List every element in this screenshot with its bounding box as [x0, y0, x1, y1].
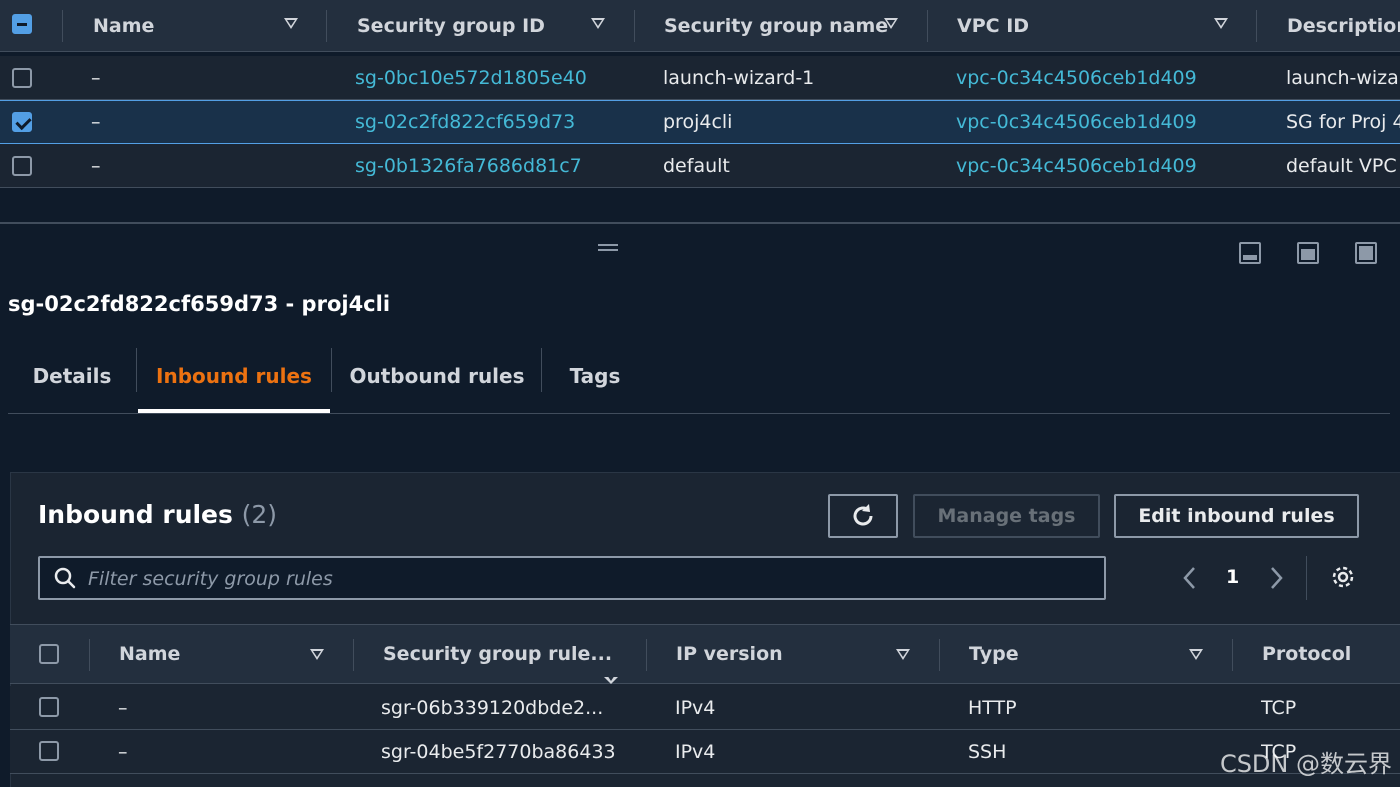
rule-name: –: [118, 697, 128, 719]
sg-name: proj4cli: [663, 111, 733, 133]
rule-type: SSH: [968, 741, 1007, 763]
chevron-left-icon[interactable]: [1180, 565, 1200, 591]
sort-icon[interactable]: [884, 18, 898, 29]
column-header-protocol[interactable]: Protocol: [1262, 625, 1351, 683]
vpc-id-link[interactable]: vpc-0c34c4506ceb1d409: [956, 144, 1197, 188]
split-side-icon[interactable]: [1297, 242, 1319, 264]
column-header-sg-id[interactable]: Security group ID: [357, 0, 545, 52]
column-header-rule-id[interactable]: Security group rule...: [383, 625, 612, 683]
row-name: –: [91, 67, 101, 89]
search-icon: [54, 567, 76, 589]
column-header-sg-name[interactable]: Security group name: [664, 0, 888, 52]
rule-id: sgr-04be5f2770ba86433: [381, 741, 616, 763]
vpc-id-link[interactable]: vpc-0c34c4506ceb1d409: [956, 56, 1197, 100]
resize-handle-icon[interactable]: [598, 244, 618, 252]
sort-icon[interactable]: [896, 649, 910, 660]
table-header: Name Security group ID Security group na…: [0, 0, 1400, 52]
inbound-rules-count: (2): [241, 500, 278, 529]
refresh-button[interactable]: [828, 494, 898, 538]
column-header-ip-version[interactable]: IP version: [676, 625, 783, 683]
vpc-id-link[interactable]: vpc-0c34c4506ceb1d409: [956, 100, 1197, 144]
select-all-checkbox[interactable]: [12, 14, 32, 34]
split-bottom-icon[interactable]: [1239, 242, 1261, 264]
column-header-vpc-id[interactable]: VPC ID: [957, 0, 1029, 52]
sg-id-link[interactable]: sg-0bc10e572d1805e40: [355, 56, 587, 100]
tab-inbound-rules[interactable]: Inbound rules: [138, 340, 330, 412]
refresh-icon: [853, 504, 873, 526]
tab-outbound-rules[interactable]: Outbound rules: [332, 340, 542, 412]
sort-icon[interactable]: [1189, 649, 1203, 660]
gear-icon[interactable]: [1330, 564, 1356, 590]
column-header-name[interactable]: Name: [93, 0, 154, 52]
rules-table-header: Name Security group rule... IP version T…: [10, 624, 1400, 684]
watermark: CSDN @数云界: [1219, 750, 1392, 778]
select-all-rules-checkbox[interactable]: [39, 644, 59, 664]
column-header-name[interactable]: Name: [119, 625, 180, 683]
sg-name: launch-wizard-1: [663, 67, 815, 89]
detail-title: sg-02c2fd822cf659d73 - proj4cli: [8, 292, 391, 316]
table-row[interactable]: – sg-0b1326fa7686d81c7 default vpc-0c34c…: [0, 144, 1400, 188]
row-checkbox[interactable]: [12, 112, 32, 132]
row-checkbox[interactable]: [12, 68, 32, 88]
sg-description: launch-wizar: [1286, 67, 1400, 89]
sg-id-link[interactable]: sg-02c2fd822cf659d73: [355, 100, 575, 144]
rule-id: sgr-06b339120dbde2...: [381, 697, 604, 719]
tab-details[interactable]: Details: [8, 340, 136, 412]
row-name: –: [91, 155, 101, 177]
split-panel-divider: [0, 222, 1400, 224]
edit-inbound-rules-button[interactable]: Edit inbound rules: [1114, 494, 1359, 538]
inbound-rules-title: Inbound rules: [38, 500, 233, 529]
row-checkbox[interactable]: [12, 156, 32, 176]
inbound-rules-heading: Inbound rules (2): [38, 500, 277, 529]
manage-tags-button[interactable]: Manage tags: [913, 494, 1100, 538]
sort-icon[interactable]: [591, 18, 605, 29]
sort-icon[interactable]: [604, 675, 618, 684]
sort-icon[interactable]: [284, 18, 298, 29]
split-full-icon[interactable]: [1355, 242, 1377, 264]
sort-icon[interactable]: [310, 649, 324, 660]
sg-id-link[interactable]: sg-0b1326fa7686d81c7: [355, 144, 582, 188]
rule-ip-version: IPv4: [675, 741, 716, 763]
table-row[interactable]: – sg-0bc10e572d1805e40 launch-wizard-1 v…: [0, 56, 1400, 100]
page-number[interactable]: 1: [1226, 566, 1239, 588]
search-input[interactable]: [88, 564, 1088, 594]
row-checkbox[interactable]: [39, 741, 59, 761]
sort-icon[interactable]: [1214, 18, 1228, 29]
row-name: –: [91, 111, 101, 133]
security-groups-table: Name Security group ID Security group na…: [0, 0, 1400, 190]
filter-search-box[interactable]: [38, 556, 1106, 600]
row-checkbox[interactable]: [39, 697, 59, 717]
chevron-right-icon[interactable]: [1266, 565, 1286, 591]
table-row[interactable]: – sg-02c2fd822cf659d73 proj4cli vpc-0c34…: [0, 100, 1400, 144]
tab-tags[interactable]: Tags: [542, 340, 648, 412]
rule-name: –: [118, 741, 128, 763]
table-row[interactable]: – sgr-04be5f2770ba86433 IPv4 SSH TCP: [10, 730, 1400, 774]
rule-ip-version: IPv4: [675, 697, 716, 719]
sg-description: SG for Proj 4: [1286, 111, 1400, 133]
rule-type: HTTP: [968, 697, 1017, 719]
column-header-type[interactable]: Type: [969, 625, 1019, 683]
column-header-description[interactable]: Description: [1287, 0, 1400, 52]
table-row[interactable]: – sgr-06b339120dbde2... IPv4 HTTP TCP: [10, 686, 1400, 730]
active-tab-indicator: [138, 409, 330, 413]
sg-name: default: [663, 155, 730, 177]
detail-tabs: Details Inbound rules Outbound rules Tag…: [8, 340, 1390, 414]
sg-description: default VPC: [1286, 155, 1397, 177]
rule-protocol: TCP: [1261, 697, 1297, 719]
